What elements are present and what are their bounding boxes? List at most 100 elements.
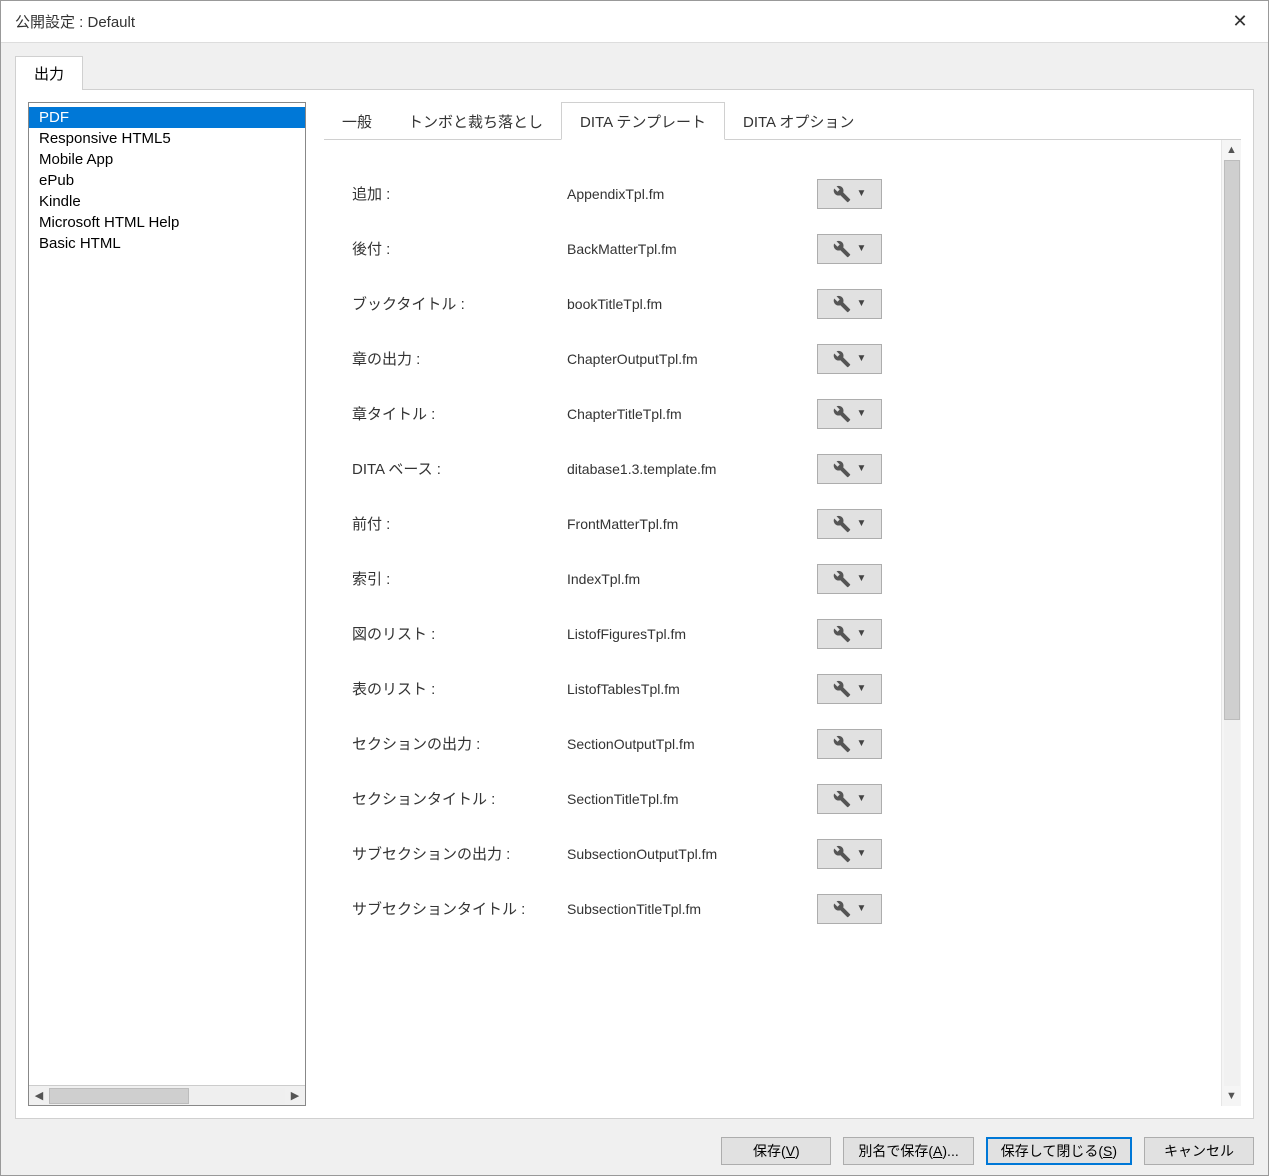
template-options-button[interactable]: ▼ — [817, 344, 882, 374]
chevron-down-icon: ▼ — [857, 188, 867, 199]
save-close-button-accel: S — [1103, 1143, 1112, 1159]
sidebar-item-ms-html-help[interactable]: Microsoft HTML Help — [29, 212, 305, 233]
sidebar-item-mobile-app[interactable]: Mobile App — [29, 149, 305, 170]
chevron-down-icon: ▼ — [857, 408, 867, 419]
save-close-button-end: ) — [1112, 1143, 1117, 1159]
template-options-button[interactable]: ▼ — [817, 729, 882, 759]
vertical-scrollbar[interactable]: ▲ ▼ — [1221, 140, 1241, 1106]
wrench-icon — [833, 240, 851, 258]
wrench-icon — [833, 625, 851, 643]
template-options-button[interactable]: ▼ — [817, 289, 882, 319]
tab-dita-templates[interactable]: DITA テンプレート — [561, 102, 725, 140]
wrench-icon — [833, 790, 851, 808]
template-label: DITA ベース : — [352, 458, 567, 479]
scroll-track[interactable] — [49, 1088, 285, 1104]
template-value: bookTitleTpl.fm — [567, 296, 817, 312]
chevron-down-icon: ▼ — [857, 793, 867, 804]
chevron-down-icon: ▼ — [857, 683, 867, 694]
template-row: 索引 : IndexTpl.fm ▼ — [352, 551, 1209, 606]
template-value: SubsectionTitleTpl.fm — [567, 901, 817, 917]
template-value: ChapterOutputTpl.fm — [567, 351, 817, 367]
chevron-down-icon: ▼ — [857, 353, 867, 364]
scroll-up-icon[interactable]: ▲ — [1223, 140, 1241, 160]
save-button[interactable]: 保存(V) — [721, 1137, 831, 1165]
save-button-accel: V — [786, 1143, 795, 1159]
template-options-button[interactable]: ▼ — [817, 399, 882, 429]
chevron-down-icon: ▼ — [857, 243, 867, 254]
template-options-button[interactable]: ▼ — [817, 619, 882, 649]
content-area: 追加 : AppendixTpl.fm ▼ 後付 : BackMatterTpl… — [324, 140, 1241, 1106]
save-and-close-button[interactable]: 保存して閉じる(S) — [986, 1137, 1132, 1165]
template-options-button[interactable]: ▼ — [817, 509, 882, 539]
sidebar-item-pdf[interactable]: PDF — [29, 107, 305, 128]
scroll-right-icon[interactable]: ▶ — [285, 1087, 305, 1105]
template-label: ブックタイトル : — [352, 293, 567, 314]
template-value: SectionOutputTpl.fm — [567, 736, 817, 752]
tab-general[interactable]: 一般 — [324, 103, 390, 139]
template-row: 追加 : AppendixTpl.fm ▼ — [352, 166, 1209, 221]
tab-output[interactable]: 出力 — [15, 56, 83, 90]
template-label: 章の出力 : — [352, 348, 567, 369]
template-label: 表のリスト : — [352, 678, 567, 699]
chevron-down-icon: ▼ — [857, 628, 867, 639]
template-options-button[interactable]: ▼ — [817, 564, 882, 594]
sidebar-item-kindle[interactable]: Kindle — [29, 191, 305, 212]
tab-dita-options[interactable]: DITA オプション — [725, 103, 872, 139]
template-row: DITA ベース : ditabase1.3.template.fm ▼ — [352, 441, 1209, 496]
template-value: SectionTitleTpl.fm — [567, 791, 817, 807]
wrench-icon — [833, 295, 851, 313]
wrench-icon — [833, 570, 851, 588]
chevron-down-icon: ▼ — [857, 573, 867, 584]
template-label: サブセクションの出力 : — [352, 843, 567, 864]
chevron-down-icon: ▼ — [857, 848, 867, 859]
scroll-track-vertical[interactable] — [1224, 160, 1240, 1086]
sidebar-item-basic-html[interactable]: Basic HTML — [29, 233, 305, 254]
template-label: セクションタイトル : — [352, 788, 567, 809]
outer-panel: PDF Responsive HTML5 Mobile App ePub Kin… — [15, 89, 1254, 1119]
template-options-button[interactable]: ▼ — [817, 234, 882, 264]
tab-marks-bleed[interactable]: トンボと裁ち落とし — [390, 103, 561, 139]
save-as-button-label: 別名で保存( — [858, 1141, 933, 1161]
sidebar-horizontal-scrollbar[interactable]: ◀ ▶ — [29, 1085, 305, 1105]
output-format-list: PDF Responsive HTML5 Mobile App ePub Kin… — [28, 102, 306, 1106]
wrench-icon — [833, 405, 851, 423]
sidebar-item-epub[interactable]: ePub — [29, 170, 305, 191]
template-options-button[interactable]: ▼ — [817, 784, 882, 814]
sidebar-item-responsive-html5[interactable]: Responsive HTML5 — [29, 128, 305, 149]
chevron-down-icon: ▼ — [857, 738, 867, 749]
template-value: ListofFiguresTpl.fm — [567, 626, 817, 642]
dialog-body: 出力 PDF Responsive HTML5 Mobile App ePub … — [1, 43, 1268, 1127]
cancel-button[interactable]: キャンセル — [1144, 1137, 1254, 1165]
scroll-down-icon[interactable]: ▼ — [1223, 1086, 1241, 1106]
save-close-button-label: 保存して閉じる( — [1001, 1141, 1103, 1161]
close-button[interactable]: ✕ — [1212, 1, 1268, 43]
template-value: SubsectionOutputTpl.fm — [567, 846, 817, 862]
template-value: AppendixTpl.fm — [567, 186, 817, 202]
chevron-down-icon: ▼ — [857, 298, 867, 309]
scroll-left-icon[interactable]: ◀ — [29, 1087, 49, 1105]
template-row: 前付 : FrontMatterTpl.fm ▼ — [352, 496, 1209, 551]
template-options-button[interactable]: ▼ — [817, 454, 882, 484]
template-row: 後付 : BackMatterTpl.fm ▼ — [352, 221, 1209, 276]
wrench-icon — [833, 845, 851, 863]
template-row: セクションタイトル : SectionTitleTpl.fm ▼ — [352, 771, 1209, 826]
template-value: ChapterTitleTpl.fm — [567, 406, 817, 422]
scroll-thumb[interactable] — [49, 1088, 189, 1104]
template-label: 図のリスト : — [352, 623, 567, 644]
template-row: セクションの出力 : SectionOutputTpl.fm ▼ — [352, 716, 1209, 771]
dialog-window: 公開設定 : Default ✕ 出力 PDF Responsive HTML5… — [0, 0, 1269, 1176]
save-as-button-accel: A — [933, 1143, 942, 1159]
wrench-icon — [833, 460, 851, 478]
wrench-icon — [833, 900, 851, 918]
template-value: IndexTpl.fm — [567, 571, 817, 587]
template-row: 章の出力 : ChapterOutputTpl.fm ▼ — [352, 331, 1209, 386]
template-row: 章タイトル : ChapterTitleTpl.fm ▼ — [352, 386, 1209, 441]
template-options-button[interactable]: ▼ — [817, 894, 882, 924]
save-as-button[interactable]: 別名で保存(A)... — [843, 1137, 973, 1165]
scroll-thumb-vertical[interactable] — [1224, 160, 1240, 720]
template-options-button[interactable]: ▼ — [817, 839, 882, 869]
template-value: FrontMatterTpl.fm — [567, 516, 817, 532]
chevron-down-icon: ▼ — [857, 903, 867, 914]
template-options-button[interactable]: ▼ — [817, 674, 882, 704]
template-options-button[interactable]: ▼ — [817, 179, 882, 209]
